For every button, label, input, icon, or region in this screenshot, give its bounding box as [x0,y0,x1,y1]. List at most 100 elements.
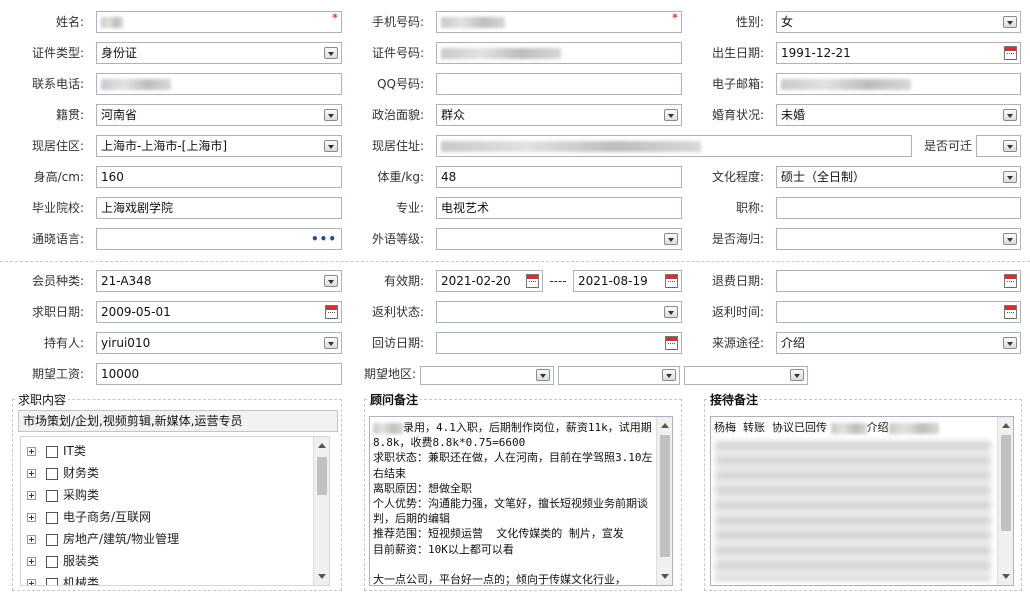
political-select[interactable]: 群众 [436,104,682,126]
chevron-down-icon[interactable] [664,233,678,245]
chevron-down-icon[interactable] [324,337,338,349]
advisor-scrollbar[interactable] [656,417,672,585]
native-place-label: 籍贯: [55,108,84,122]
chevron-down-icon[interactable] [664,109,678,121]
checkbox[interactable] [46,533,58,546]
chevron-down-icon[interactable] [324,275,338,287]
scroll-thumb[interactable] [660,435,670,557]
valid-end-input[interactable]: 2021-08-19 [573,270,682,292]
chevron-down-icon[interactable] [790,369,804,381]
tree-item-purchase[interactable]: 采购类 [27,485,99,505]
calendar-icon[interactable] [526,274,539,288]
expand-icon[interactable] [27,557,36,566]
id-number-input[interactable] [436,42,682,64]
tree-item-realestate[interactable]: 房地产/建筑/物业管理 [27,529,179,549]
chevron-down-icon[interactable] [324,140,338,152]
tree-item-apparel[interactable]: 服装类 [27,551,99,571]
reception-scrollbar[interactable] [997,417,1013,585]
tree-item-finance[interactable]: 财务类 [27,463,99,483]
expand-icon[interactable] [27,491,36,500]
expand-icon[interactable] [27,447,36,456]
more-icon[interactable]: ••• [311,229,337,249]
chevron-down-icon[interactable] [324,109,338,121]
email-input[interactable] [776,73,1021,95]
job-seek-date-input[interactable]: 2009-05-01 [96,301,342,323]
residence-addr-input[interactable] [436,135,912,157]
checkbox[interactable] [46,577,58,585]
languages-input[interactable]: ••• [96,228,342,250]
marital-select[interactable]: 未婚 [776,104,1021,126]
scroll-thumb[interactable] [1001,435,1011,531]
overseas-select[interactable] [776,228,1021,250]
checkbox[interactable] [46,445,58,458]
relocatable-select[interactable] [976,135,1021,157]
checkbox[interactable] [46,511,58,524]
chevron-down-icon[interactable] [1003,16,1017,28]
weight-input[interactable]: 48 [436,166,682,188]
valid-start-input[interactable]: 2021-02-20 [436,270,543,292]
name-input[interactable]: * [96,11,342,33]
chevron-down-icon[interactable] [324,47,338,59]
expand-icon[interactable] [27,469,36,478]
chevron-down-icon[interactable] [1003,109,1017,121]
rebate-status-select[interactable] [436,301,682,323]
job-category-tree[interactable]: IT类 财务类 采购类 电子商务/互联网 房地产/建筑/物业管理 服装类 机械类 [20,436,330,586]
mobile-input[interactable]: * [436,11,682,33]
scroll-up-icon[interactable] [661,423,669,428]
residence-area-select[interactable]: 上海市-上海市-[上海市] [96,135,342,157]
gender-select[interactable]: 女 [776,11,1021,33]
member-type-select[interactable]: 21-A348 [96,270,342,292]
title-input[interactable] [776,197,1021,219]
school-input[interactable]: 上海戏剧学院 [96,197,342,219]
advisor-notes-textarea[interactable]: 录用，4.1入职，后期制作岗位，薪资11k，试用期8.8k，收费8.8k*0.7… [369,416,673,586]
expected-area-province-select[interactable] [420,366,554,385]
calendar-icon[interactable] [1004,305,1017,319]
refund-date-input[interactable] [776,270,1021,292]
foreign-level-select[interactable] [436,228,682,250]
chevron-down-icon[interactable] [664,306,678,318]
checkbox[interactable] [46,489,58,502]
expand-icon[interactable] [27,513,36,522]
birth-date-input[interactable]: 1991-12-21 [776,42,1021,64]
major-input[interactable]: 电视艺术 [436,197,682,219]
scroll-thumb[interactable] [317,457,327,495]
calendar-icon[interactable] [325,305,338,319]
holder-select[interactable]: yirui010 [96,332,342,354]
chevron-down-icon[interactable] [1003,140,1017,152]
chevron-down-icon[interactable] [536,369,550,381]
expand-icon[interactable] [27,535,36,544]
chevron-down-icon[interactable] [1003,171,1017,183]
tree-scrollbar[interactable] [313,437,329,585]
scroll-up-icon[interactable] [318,443,326,448]
calendar-icon[interactable] [665,274,678,288]
calendar-icon[interactable] [1004,46,1017,60]
expected-salary-input[interactable]: 10000 [96,363,342,385]
source-select[interactable]: 介绍 [776,332,1021,354]
checkbox[interactable] [46,555,58,568]
chevron-down-icon[interactable] [1003,233,1017,245]
calendar-icon[interactable] [1004,274,1017,288]
reception-notes-textarea[interactable]: 杨梅 转账 协议已回传 介绍 [710,416,1014,586]
scroll-down-icon[interactable] [318,574,326,579]
tree-item-machinery[interactable]: 机械类 [27,573,99,585]
expected-area-city-select[interactable] [558,366,680,385]
qq-input[interactable] [436,73,682,95]
chevron-down-icon[interactable] [1003,337,1017,349]
scroll-up-icon[interactable] [1002,423,1010,428]
tree-item-it[interactable]: IT类 [27,441,86,461]
revisit-date-input[interactable] [436,332,682,354]
checkbox[interactable] [46,467,58,480]
rebate-time-input[interactable] [776,301,1021,323]
phone-input[interactable] [96,73,342,95]
calendar-icon[interactable] [665,336,678,350]
native-place-select[interactable]: 河南省 [96,104,342,126]
expand-icon[interactable] [27,579,36,585]
tree-item-ecommerce[interactable]: 电子商务/互联网 [27,507,151,527]
chevron-down-icon[interactable] [662,369,676,381]
height-input[interactable]: 160 [96,166,342,188]
expected-area-district-select[interactable] [684,366,808,385]
scroll-down-icon[interactable] [661,574,669,579]
scroll-down-icon[interactable] [1002,574,1010,579]
id-type-select[interactable]: 身份证 [96,42,342,64]
education-select[interactable]: 硕士（全日制） [776,166,1021,188]
